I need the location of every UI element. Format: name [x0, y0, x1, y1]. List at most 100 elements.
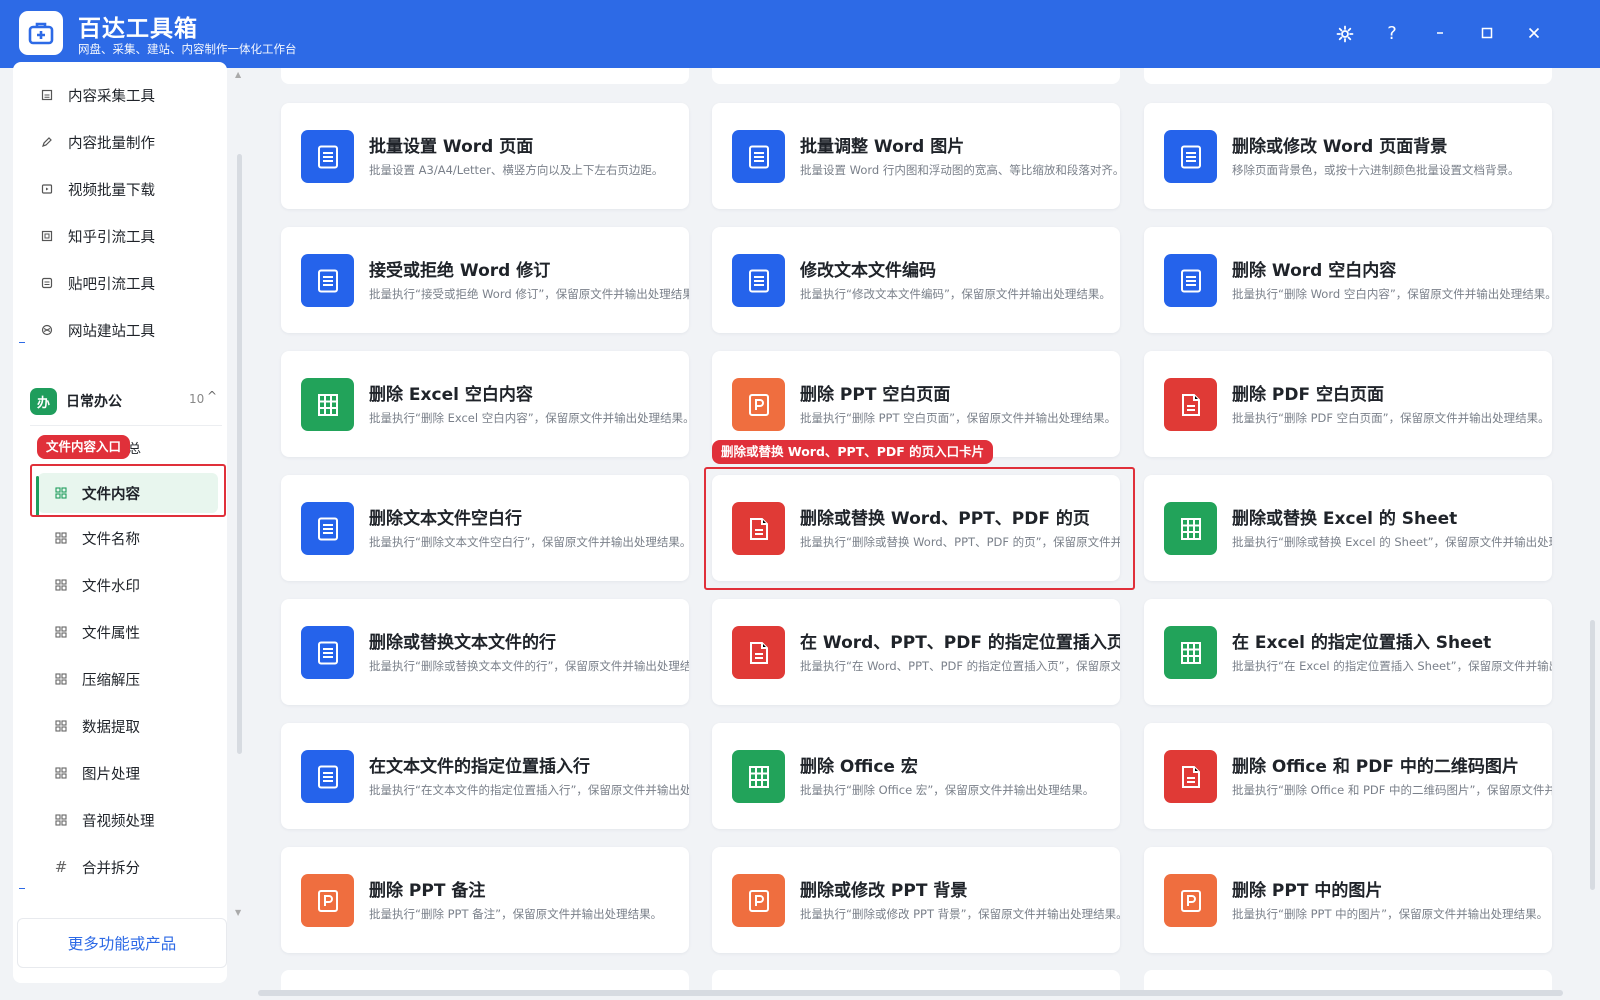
sidebar-item-video-download[interactable]: 视频批量下载	[40, 170, 220, 208]
sidebar-item-file-watermark[interactable]: 文件水印	[54, 566, 234, 604]
card-title: 接受或拒绝 Word 修订	[369, 261, 551, 281]
video-icon	[40, 182, 54, 196]
app-subtitle: 网盘、采集、建站、内容制作一体化工作台	[78, 42, 297, 56]
card-title: 删除或替换文本文件的行	[369, 633, 556, 653]
card-description: 批量设置 Word 行内图和浮动图的宽高、等比缩放和段落对齐。	[800, 163, 1120, 177]
settings-button[interactable]	[1331, 20, 1359, 48]
tool-card[interactable]: 在 Word、PPT、PDF 的指定位置插入页 批量执行“在 Word、PPT、P…	[712, 599, 1120, 705]
word-doc-icon	[1164, 254, 1217, 307]
question-icon: ?	[1387, 23, 1397, 44]
grid-icon	[54, 625, 68, 639]
tool-card[interactable]: 删除 Office 和 PDF 中的二维码图片 批量执行“删除 Office 和 …	[1144, 723, 1552, 829]
card-title: 在 Excel 的指定位置插入 Sheet	[1232, 633, 1492, 653]
card-description: 批量执行“删除 Office 和 PDF 中的二维码图片”，保留原文件并输出处理…	[1232, 783, 1552, 797]
ppt-slide-icon	[301, 874, 354, 927]
card-description: 批量执行“删除或修改 PPT 背景”，保留原文件并输出处理结果。	[800, 907, 1120, 921]
tool-card[interactable]: 删除 PDF 空白页面 批量执行“删除 PDF 空白页面”，保留原文件并输出处理结…	[1144, 351, 1552, 457]
zhihu-icon	[40, 229, 54, 243]
tool-card[interactable]: 删除 Office 宏批量执行“删除 Office 宏”，保留原文件并输出处理结…	[712, 723, 1120, 829]
card-title: 删除 PPT 空白页面	[800, 385, 951, 405]
close-icon	[1528, 27, 1540, 39]
card-description: 批量执行“删除 PPT 空白页面”，保留原文件并输出处理结果。	[800, 411, 1117, 425]
chevron-up-icon: ^	[207, 389, 218, 403]
card-description: 批量执行“删除或替换 Excel 的 Sheet”，保留原文件并输出处理结果。	[1232, 535, 1552, 549]
tool-card[interactable]: 删除或替换 Excel 的 Sheet 批量执行“删除或替换 Excel 的 Sh…	[1144, 475, 1552, 581]
tool-card[interactable]: 批量调整 Word 图片 批量设置 Word 行内图和浮动图的宽高、等比缩放和段落…	[712, 103, 1120, 209]
tool-card[interactable]: 删除 Excel 空白内容 批量执行“删除 Excel 空白内容”，保留原文件并输…	[281, 351, 689, 457]
sidebar-item-website[interactable]: 网站建站工具	[40, 311, 220, 349]
main-vertical-scrollbar[interactable]	[1590, 620, 1595, 890]
tieba-icon	[40, 276, 54, 290]
maximize-icon	[1481, 27, 1493, 39]
annotation-box-card	[704, 467, 1135, 590]
card-partial	[712, 970, 1120, 990]
tool-card[interactable]: 删除或修改 PPT 背景批量执行“删除或修改 PPT 背景”，保留原文件并输出处…	[712, 847, 1120, 953]
app-logo	[19, 11, 63, 55]
tool-card[interactable]: 修改文本文件编码批量执行“修改文本文件编码”，保留原文件并输出处理结果。	[712, 227, 1120, 333]
tool-card[interactable]: 批量设置 Word 页面 批量设置 A3/A4/Letter、横竖方向以及上下左右…	[281, 103, 689, 209]
tool-card[interactable]: 删除 Word 空白内容 批量执行“删除 Word 空白内容”，保留原文件并输出处…	[1144, 227, 1552, 333]
sidebar-item-file-properties[interactable]: 文件属性	[54, 613, 234, 651]
maximize-button[interactable]	[1473, 20, 1501, 48]
card-title: 删除 Word 空白内容	[1232, 261, 1397, 281]
close-button[interactable]	[1520, 20, 1548, 48]
panel-marker	[19, 888, 25, 889]
sidebar-item-batch-create[interactable]: 内容批量制作	[40, 123, 220, 161]
gear-icon	[1336, 25, 1354, 43]
scroll-up-icon[interactable]: ▲	[235, 70, 241, 79]
group-title: 日常办公	[66, 394, 122, 410]
sidebar-item-zhihu[interactable]: 知乎引流工具	[40, 217, 220, 255]
more-features-button[interactable]: 更多功能或产品	[17, 918, 227, 968]
excel-sheet-icon	[301, 378, 354, 431]
sidebar-item-data-extract[interactable]: 数据提取	[54, 707, 234, 745]
pen-icon	[40, 135, 54, 149]
sidebar-item-content-collect[interactable]: 内容采集工具	[40, 76, 220, 114]
card-description: 批量执行“接受或拒绝 Word 修订”，保留原文件并输出处理结果。	[369, 287, 689, 301]
sidebar-scrollbar[interactable]	[237, 154, 242, 754]
tool-card[interactable]: 在文本文件的指定位置插入行 批量执行“在文本文件的指定位置插入行”，保留原文件并输…	[281, 723, 689, 829]
minimize-button[interactable]	[1426, 20, 1454, 48]
divider	[30, 425, 222, 426]
tool-card[interactable]: 删除或替换文本文件的行 批量执行“删除或替换文本文件的行”，保留原文件并输出处理结…	[281, 599, 689, 705]
sidebar-item-audio-video[interactable]: 音视频处理	[54, 801, 234, 839]
excel-sheet-icon	[1164, 502, 1217, 555]
card-description: 批量执行“在 Excel 的指定位置插入 Sheet”，保留原文件并输出处理结果…	[1232, 659, 1552, 673]
tool-card[interactable]: 接受或拒绝 Word 修订批量执行“接受或拒绝 Word 修订”，保留原文件并输…	[281, 227, 689, 333]
tool-card[interactable]: 删除或修改 Word 页面背景 移除页面背景色，或按十六进制颜色批量设置文档背景。	[1144, 103, 1552, 209]
sidebar-group-daily-office[interactable]: 办 日常办公 10 ^	[30, 386, 220, 416]
word-doc-icon	[301, 750, 354, 803]
pdf-file-icon	[732, 626, 785, 679]
tool-card[interactable]: 删除 PPT 中的图片 批量执行“删除 PPT 中的图片”，保留原文件并输出处理结…	[1144, 847, 1552, 953]
sidebar-item-tieba[interactable]: 贴吧引流工具	[40, 264, 220, 302]
main-horizontal-scrollbar[interactable]	[258, 990, 1563, 996]
annotation-tag-card: 删除或替换 Word、PPT、PDF 的页入口卡片	[712, 440, 994, 464]
card-title: 删除 PDF 空白页面	[1232, 385, 1385, 405]
tool-card[interactable]: 删除文本文件空白行 批量执行“删除文本文件空白行”，保留原文件并输出处理结果。	[281, 475, 689, 581]
ppt-slide-icon	[732, 378, 785, 431]
card-title: 删除或修改 PPT 背景	[800, 881, 968, 901]
card-description: 批量执行“在 Word、PPT、PDF 的指定位置插入页”，保留原文件并输出处理…	[800, 659, 1120, 673]
card-title: 删除 Excel 空白内容	[369, 385, 533, 405]
annotation-box-sidebar	[30, 464, 226, 517]
grid-icon	[54, 531, 68, 545]
word-doc-icon	[732, 130, 785, 183]
grid-icon	[54, 719, 68, 733]
hash-icon: #	[54, 858, 68, 876]
tool-card[interactable]: 在 Excel 的指定位置插入 Sheet 批量执行“在 Excel 的指定位置插…	[1144, 599, 1552, 705]
tool-card[interactable]: 删除 PPT 备注 批量执行“删除 PPT 备注”，保留原文件并输出处理结果。	[281, 847, 689, 953]
toolbox-icon	[28, 22, 54, 45]
card-description: 批量执行“修改文本文件编码”，保留原文件并输出处理结果。	[800, 287, 1111, 301]
minimize-icon	[1437, 32, 1443, 34]
help-button[interactable]: ?	[1378, 20, 1406, 48]
card-title: 删除或替换 Excel 的 Sheet	[1232, 509, 1458, 529]
sidebar-item-merge-split[interactable]: # 合并拆分	[54, 848, 234, 886]
scroll-down-icon[interactable]: ▼	[235, 908, 241, 917]
card-title: 修改文本文件编码	[800, 261, 936, 281]
sidebar-item-image[interactable]: 图片处理	[54, 754, 234, 792]
card-title: 删除 Office 宏	[800, 757, 918, 777]
card-title: 删除或修改 Word 页面背景	[1232, 137, 1448, 157]
ppt-slide-icon	[732, 874, 785, 927]
sidebar-item-file-name[interactable]: 文件名称	[54, 519, 234, 557]
excel-sheet-icon	[732, 750, 785, 803]
sidebar-item-compress[interactable]: 压缩解压	[54, 660, 234, 698]
